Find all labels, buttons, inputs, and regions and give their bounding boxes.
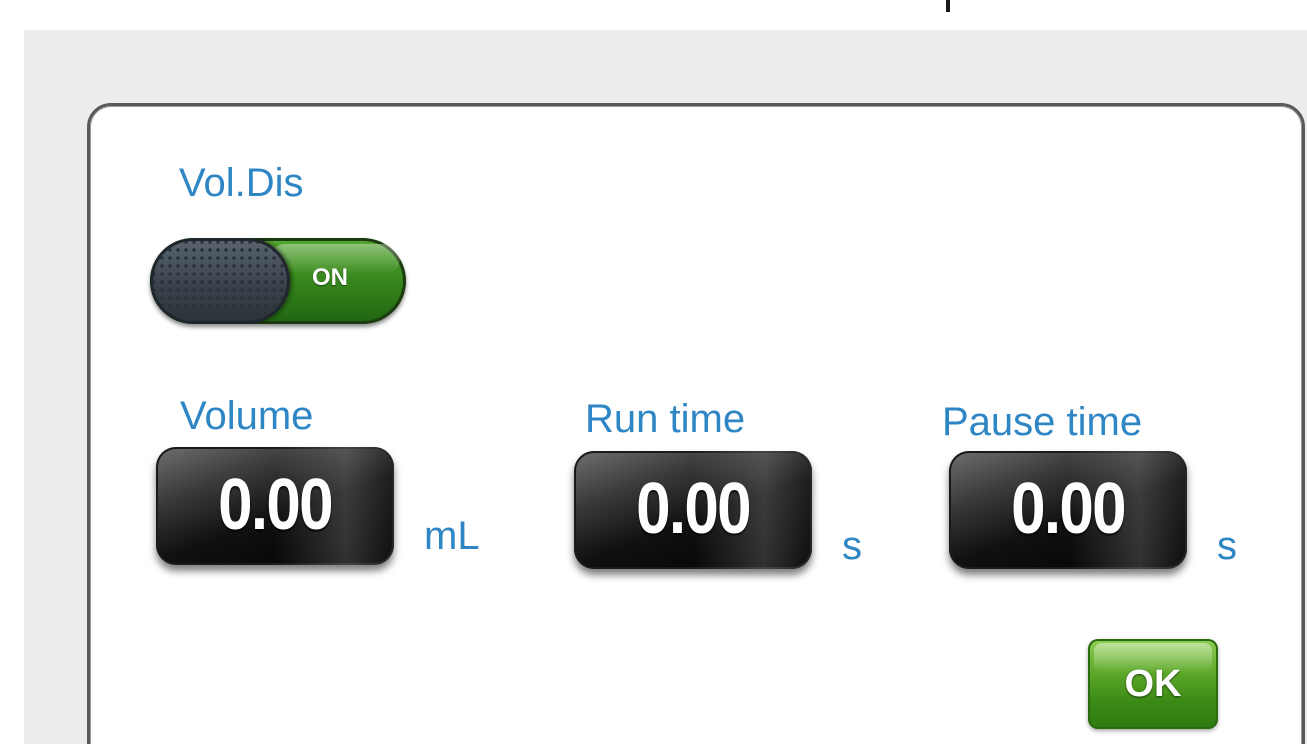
volume-unit: mL xyxy=(424,514,480,558)
ok-button[interactable]: OK xyxy=(1088,639,1218,729)
backdrop: Vol.Dis ON Volume 0.00 mL Run time 0.00 … xyxy=(24,30,1307,744)
toggle-state-label: ON xyxy=(312,264,348,291)
pause-time-unit: s xyxy=(1217,524,1237,568)
ok-button-label: OK xyxy=(1124,663,1182,705)
pause-time-display[interactable]: 0.00 xyxy=(949,451,1187,569)
pause-time-label: Pause time xyxy=(942,400,1143,444)
volume-label: Volume xyxy=(180,394,314,438)
run-time-unit: s xyxy=(842,524,862,568)
pause-time-value: 0.00 xyxy=(1011,469,1126,549)
volume-display[interactable]: 0.00 xyxy=(156,447,394,565)
vol-dis-dialog: Vol.Dis ON Volume 0.00 mL Run time 0.00 … xyxy=(87,103,1305,744)
toggle-knob[interactable] xyxy=(150,238,290,324)
section-title: Vol.Dis xyxy=(179,161,304,205)
run-time-display[interactable]: 0.00 xyxy=(574,451,812,569)
volume-value: 0.00 xyxy=(218,465,333,545)
run-time-label: Run time xyxy=(585,397,746,441)
run-time-value: 0.00 xyxy=(636,469,751,549)
screen: Vol.Dis ON Volume 0.00 mL Run time 0.00 … xyxy=(0,0,1307,744)
vol-dis-toggle[interactable]: ON xyxy=(150,238,406,324)
divider-tick xyxy=(946,0,950,12)
